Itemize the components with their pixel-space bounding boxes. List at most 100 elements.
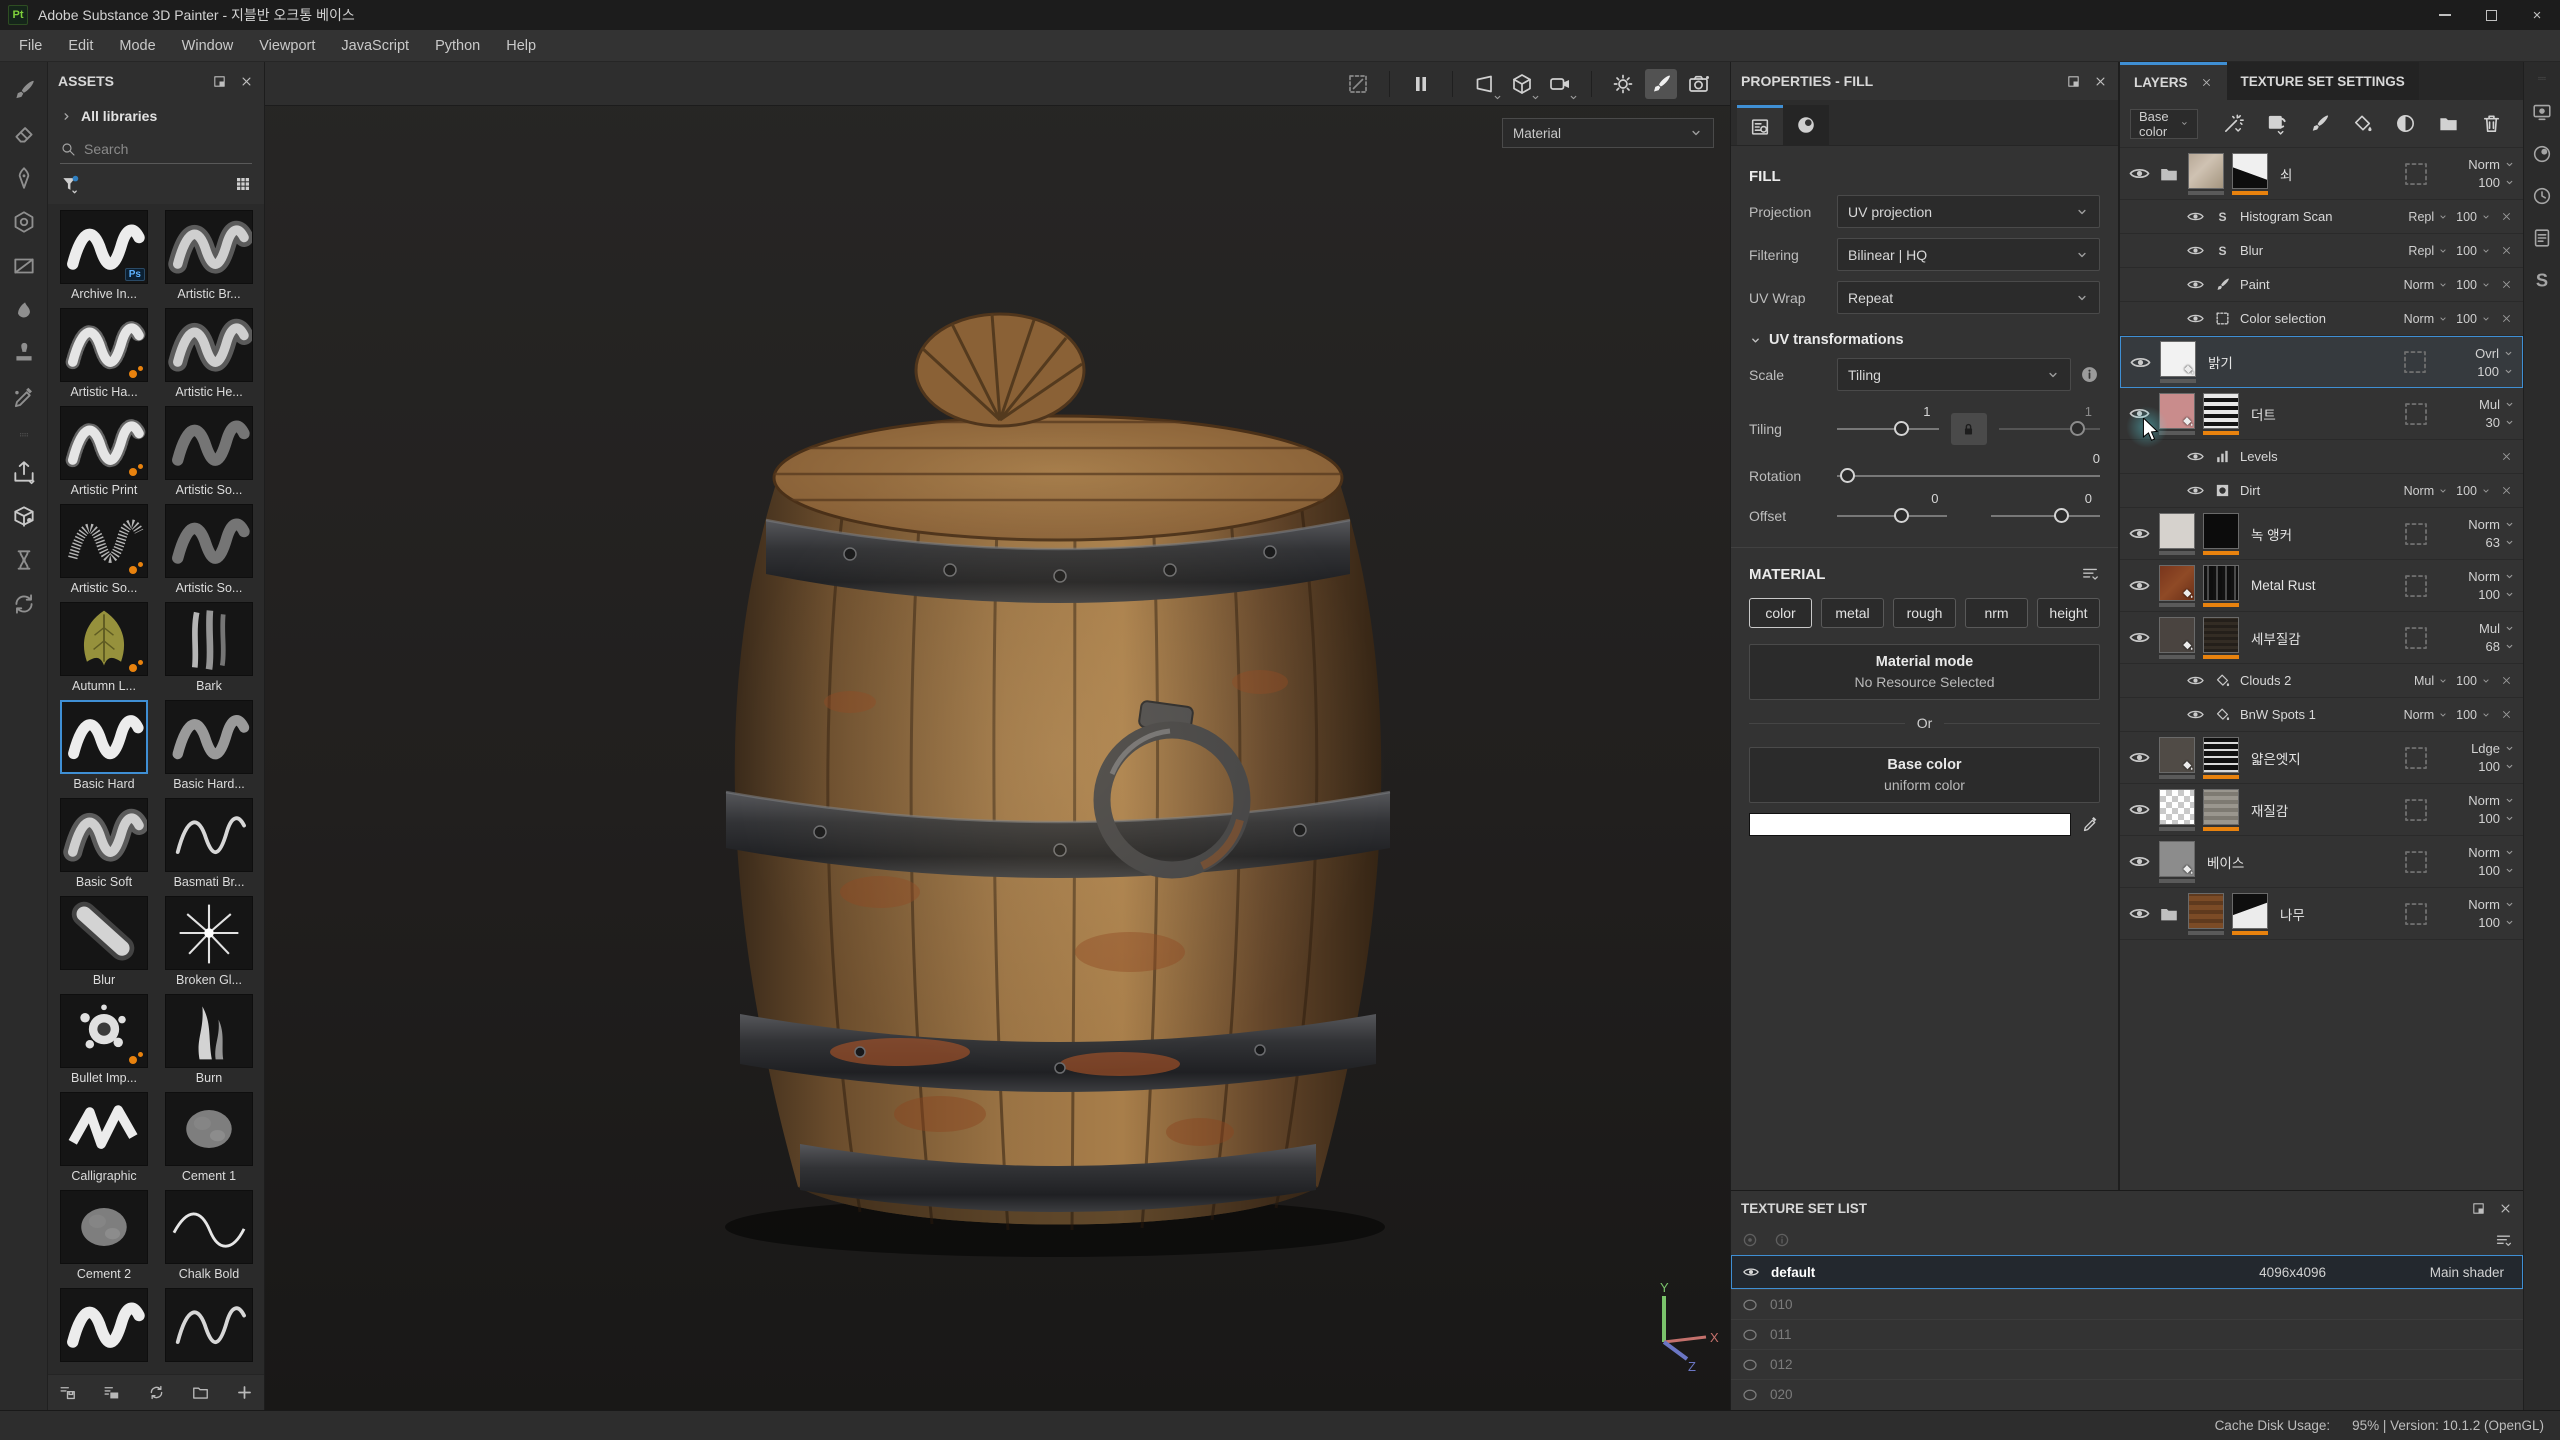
opacity-select[interactable]: 100	[2478, 915, 2515, 930]
asset-thumbnail[interactable]	[165, 504, 253, 578]
mask-thumbnail-image[interactable]	[2203, 513, 2239, 549]
asset-tile[interactable]: Basic Hard	[54, 700, 154, 791]
all-libraries-row[interactable]: All libraries	[48, 100, 264, 132]
channel-button-rough[interactable]: rough	[1893, 598, 1956, 628]
asset-tile[interactable]: Basic Hard...	[159, 700, 259, 791]
layer-row[interactable]: 나무Norm100	[2120, 888, 2523, 940]
channel-button-color[interactable]: color	[1749, 598, 1812, 628]
asset-thumbnail[interactable]	[60, 1092, 148, 1166]
material-picker-tool-icon[interactable]	[11, 385, 37, 411]
layer-effect-row[interactable]: Levels	[2120, 440, 2523, 474]
effect-opacity-select[interactable]: 100	[2456, 244, 2491, 258]
blend-mode-select[interactable]: Norm	[2468, 897, 2515, 912]
add-icon[interactable]	[235, 1383, 254, 1402]
asset-thumbnail[interactable]	[165, 700, 253, 774]
close-icon[interactable]	[2500, 484, 2513, 497]
dock-handle-icon[interactable]	[2532, 74, 2552, 83]
info-icon[interactable]	[2079, 364, 2100, 385]
eye-icon[interactable]	[2128, 162, 2151, 185]
asset-thumbnail[interactable]	[165, 308, 253, 382]
asset-tile[interactable]: Bullet Imp...	[54, 994, 154, 1085]
environment-light-button[interactable]	[1607, 69, 1639, 99]
effect-opacity-select[interactable]: 100	[2456, 312, 2491, 326]
asset-tile[interactable]: Blur	[54, 896, 154, 987]
layer-row[interactable]: Metal RustNorm100	[2120, 560, 2523, 612]
layer-thumbnail-image[interactable]	[2160, 341, 2196, 377]
texset-info-icon[interactable]	[1773, 1231, 1791, 1249]
snapshot-button[interactable]	[1683, 69, 1715, 99]
pause-button[interactable]	[1405, 69, 1437, 99]
log-icon[interactable]	[2531, 227, 2553, 249]
eye-circle-icon[interactable]	[1741, 1296, 1759, 1314]
filtering-select[interactable]: Bilinear | HQ	[1837, 238, 2100, 271]
eye-icon[interactable]	[2186, 309, 2205, 328]
add-fill-layer-icon[interactable]	[2351, 112, 2374, 135]
eye-icon[interactable]	[2186, 705, 2205, 724]
close-button[interactable]: ×	[2514, 0, 2560, 30]
effect-opacity-select[interactable]: 100	[2456, 210, 2491, 224]
close-icon[interactable]	[2500, 244, 2513, 257]
eye-icon[interactable]	[2186, 241, 2205, 260]
group-thumbnail-image[interactable]	[2188, 153, 2224, 189]
opacity-select[interactable]: 100	[2478, 175, 2515, 190]
layer-row[interactable]: 세부질감Mul68	[2120, 612, 2523, 664]
layer-effect-row[interactable]: DirtNorm100	[2120, 474, 2523, 508]
effect-blend-select[interactable]: Norm	[2404, 312, 2449, 326]
float-panel-icon[interactable]	[212, 74, 227, 89]
asset-thumbnail[interactable]	[60, 602, 148, 676]
eye-icon[interactable]	[2128, 402, 2151, 425]
opacity-select[interactable]: 100	[2477, 364, 2514, 379]
layer-thumbnail-image[interactable]	[2159, 393, 2195, 429]
asset-tile[interactable]: Artistic Ha...	[54, 308, 154, 399]
slider-knob[interactable]	[1840, 468, 1855, 483]
effect-opacity-select[interactable]: 100	[2456, 708, 2491, 722]
layer-row[interactable]: 더트Mul30	[2120, 388, 2523, 440]
texture-set-row[interactable]: 010	[1731, 1289, 2523, 1319]
texture-set-row[interactable]: 020	[1731, 1379, 2523, 1409]
stencil-button[interactable]	[1342, 69, 1374, 99]
mask-thumbnail-image[interactable]	[2232, 153, 2268, 189]
layer-effect-row[interactable]: Color selectionNorm100	[2120, 302, 2523, 336]
asset-tile[interactable]: Artistic Print	[54, 406, 154, 497]
tab-properties[interactable]	[1737, 105, 1783, 145]
tiling-y-slider[interactable]: 1	[1999, 420, 2101, 438]
paint-tool-button[interactable]	[1645, 69, 1677, 99]
channel-button-metal[interactable]: metal	[1821, 598, 1884, 628]
tiling-lock-button[interactable]	[1951, 413, 1987, 445]
mask-thumbnail-image[interactable]	[2232, 893, 2268, 929]
menu-item-edit[interactable]: Edit	[55, 33, 106, 59]
asset-thumbnail[interactable]	[60, 1190, 148, 1264]
channel-filter-select[interactable]: Base color	[2130, 109, 2198, 139]
eye-icon[interactable]	[2129, 351, 2152, 374]
eye-icon[interactable]	[2128, 626, 2151, 649]
geometry-mask-tool-icon[interactable]	[11, 253, 37, 279]
effect-blend-select[interactable]: Repl	[2408, 210, 2448, 224]
slider-knob[interactable]	[1894, 508, 1909, 523]
asset-thumbnail[interactable]	[165, 798, 253, 872]
layer-thumbnail-image[interactable]	[2159, 789, 2195, 825]
close-icon[interactable]	[2500, 278, 2513, 291]
blend-mode-select[interactable]: Norm	[2468, 517, 2515, 532]
delete-icon[interactable]	[2480, 112, 2503, 135]
projection-tool-icon[interactable]	[11, 165, 37, 191]
asset-tile[interactable]: Cement 1	[159, 1092, 259, 1183]
asset-thumbnail[interactable]	[60, 896, 148, 970]
layer-effect-row[interactable]: PaintNorm100	[2120, 268, 2523, 302]
channel-button-height[interactable]: height	[2037, 598, 2100, 628]
asset-thumbnail[interactable]	[60, 406, 148, 480]
menu-item-python[interactable]: Python	[422, 33, 493, 59]
slider-knob[interactable]	[2054, 508, 2069, 523]
projection-select[interactable]: UV projection	[1837, 195, 2100, 228]
close-icon[interactable]	[2500, 708, 2513, 721]
asset-tile[interactable]: Calligraphic	[54, 1092, 154, 1183]
layer-effect-row[interactable]: SHistogram ScanRepl100	[2120, 200, 2523, 234]
add-group-icon[interactable]	[2437, 112, 2460, 135]
blend-mode-select[interactable]: Mul	[2479, 397, 2515, 412]
asset-thumbnail[interactable]	[60, 994, 148, 1068]
maximize-button[interactable]	[2468, 0, 2514, 30]
layer-thumbnail-image[interactable]	[2159, 565, 2195, 601]
asset-thumbnail[interactable]	[165, 602, 253, 676]
refresh-icon[interactable]	[147, 1383, 166, 1402]
texture-set-row[interactable]: 011	[1731, 1319, 2523, 1349]
eye-icon[interactable]	[2128, 850, 2151, 873]
